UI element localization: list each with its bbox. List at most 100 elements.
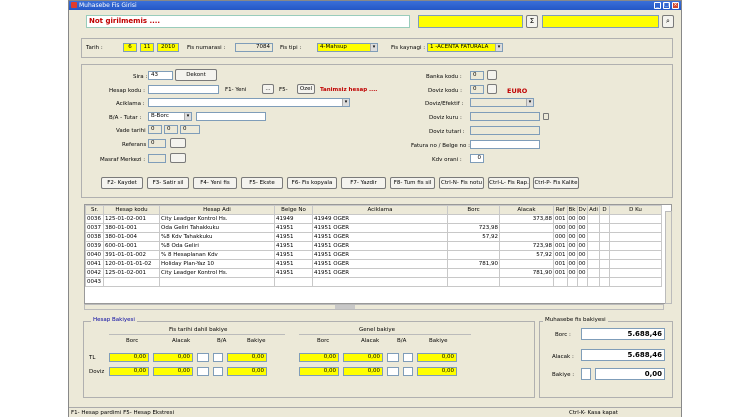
minimize-button[interactable]: _ [654, 2, 661, 9]
table-cell[interactable]: 41951 OGER [312, 268, 448, 278]
banka-input[interactable]: 0 [470, 71, 484, 80]
table-row[interactable]: 0038 380-01-004 %8 Kdv Tahakkuku 41951 41951… [85, 232, 662, 242]
table-cell[interactable] [609, 214, 662, 224]
table-cell[interactable] [587, 223, 600, 233]
table-cell[interactable] [609, 241, 662, 251]
table-cell[interactable] [447, 250, 500, 260]
doviz-kodu-input[interactable]: 0 [470, 85, 484, 94]
table-row[interactable]: 0041 120-01-01-01-02 Holiday Plan-Yaz 10 41… [85, 259, 662, 269]
table-cell[interactable]: 41949 [274, 214, 313, 224]
table-cell[interactable]: 0043 [85, 277, 104, 287]
table-cell[interactable]: 0040 [85, 250, 104, 260]
column-header[interactable]: Adi [587, 205, 600, 215]
table-cell[interactable]: 0039 [85, 241, 104, 251]
fis-tipi-select[interactable]: 4-Mahsup ▾ [317, 43, 378, 52]
table-cell[interactable]: 00 [566, 259, 578, 269]
table-cell[interactable]: 380-01-004 [103, 232, 160, 242]
table-cell[interactable] [599, 259, 610, 269]
kdv-input[interactable]: 0 [470, 154, 484, 163]
date-year-input[interactable]: 2010 [157, 43, 179, 52]
fis-kaynagi-select[interactable]: 1 -ACENTA FATURALA ▾ [427, 43, 503, 52]
table-cell[interactable] [587, 214, 600, 224]
table-cell[interactable]: 00 [566, 214, 578, 224]
column-header[interactable]: Hesap kodu [103, 205, 160, 215]
table-cell[interactable] [599, 250, 610, 260]
referans-input[interactable]: 0 [148, 139, 166, 148]
table-cell[interactable]: 41949 OGER [312, 214, 448, 224]
table-cell[interactable] [159, 277, 275, 287]
table-cell[interactable] [609, 259, 662, 269]
aciklama-select[interactable]: ▾ [148, 98, 350, 107]
table-cell[interactable] [609, 250, 662, 260]
maximize-button[interactable]: □ [663, 2, 670, 9]
masraf-input[interactable] [148, 154, 166, 163]
horizontal-scrollbar[interactable] [84, 304, 664, 310]
f5-label[interactable]: F5- [279, 87, 288, 93]
vade-year[interactable]: 0 [180, 125, 200, 134]
table-cell[interactable] [447, 277, 500, 287]
table-cell[interactable]: Oda Geliri Tahakkuku [159, 223, 275, 233]
close-button[interactable]: × [672, 2, 679, 9]
table-cell[interactable] [499, 259, 554, 269]
column-header[interactable]: Bk [566, 205, 578, 215]
table-cell[interactable]: 781,90 [447, 259, 500, 269]
table-cell[interactable]: 373,88 [499, 214, 554, 224]
date-day-input[interactable]: 6 [123, 43, 137, 52]
table-cell[interactable]: 00 [576, 232, 588, 242]
column-header[interactable]: Ref [553, 205, 568, 215]
table-cell[interactable]: 00 [576, 223, 588, 233]
table-cell[interactable] [447, 268, 500, 278]
table-cell[interactable]: 00 [576, 241, 588, 251]
table-cell[interactable]: 41951 [274, 250, 313, 260]
table-cell[interactable] [599, 277, 610, 287]
lock-icon[interactable] [543, 113, 549, 120]
table-cell[interactable]: 00 [576, 214, 588, 224]
table-cell[interactable]: 0038 [85, 232, 104, 242]
table-cell[interactable]: 0042 [85, 268, 104, 278]
doviz-tutari-input[interactable] [470, 126, 540, 135]
table-cell[interactable] [587, 277, 600, 287]
table-cell[interactable]: 57,92 [499, 250, 554, 260]
table-cell[interactable] [587, 232, 600, 242]
table-cell[interactable] [447, 214, 500, 224]
table-cell[interactable]: 125-01-02-001 [103, 268, 160, 278]
column-header[interactable]: Belge No [274, 205, 313, 215]
table-cell[interactable]: 00 [576, 259, 588, 269]
table-cell[interactable]: 001 [553, 214, 568, 224]
table-cell[interactable]: 41951 [274, 232, 313, 242]
table-cell[interactable]: City Leadger Kontrol Hs. [159, 268, 275, 278]
table-cell[interactable]: 41951 OGER [312, 223, 448, 233]
function-button[interactable]: F3- Satir sil [147, 177, 189, 189]
hesap-kodu-input[interactable] [148, 85, 219, 94]
function-button[interactable]: Ctrl-N- Fis notu [439, 177, 484, 189]
masraf-button[interactable] [170, 153, 186, 163]
table-cell[interactable] [599, 214, 610, 224]
column-header[interactable]: Borc [447, 205, 500, 215]
table-cell[interactable]: Holiday Plan-Yaz 10 [159, 259, 275, 269]
table-cell[interactable]: 41951 [274, 223, 313, 233]
function-button[interactable]: F4- Yeni fis [193, 177, 237, 189]
table-cell[interactable]: 41951 OGER [312, 250, 448, 260]
column-header[interactable]: Alacak [499, 205, 554, 215]
table-cell[interactable]: 0036 [85, 214, 104, 224]
table-cell[interactable] [599, 268, 610, 278]
table-cell[interactable]: 0041 [85, 259, 104, 269]
table-cell[interactable]: 723,98 [447, 223, 500, 233]
table-cell[interactable] [576, 277, 588, 287]
table-cell[interactable] [609, 268, 662, 278]
vade-month[interactable]: 0 [164, 125, 178, 134]
table-cell[interactable]: 380-01-001 [103, 223, 160, 233]
table-cell[interactable] [553, 277, 568, 287]
table-cell[interactable] [609, 232, 662, 242]
table-cell[interactable] [587, 259, 600, 269]
tutar-input[interactable] [196, 112, 266, 121]
sira-input[interactable]: 43 [148, 71, 173, 80]
table-cell[interactable]: 00 [566, 241, 578, 251]
table-cell[interactable]: 001 [553, 259, 568, 269]
scrollbar-thumb[interactable] [335, 305, 355, 309]
table-cell[interactable] [103, 277, 160, 287]
table-cell[interactable] [609, 277, 662, 287]
column-header[interactable]: D Ku [609, 205, 662, 215]
function-button[interactable]: F8- Tum fis sil [390, 177, 435, 189]
table-cell[interactable]: 41951 OGER [312, 232, 448, 242]
